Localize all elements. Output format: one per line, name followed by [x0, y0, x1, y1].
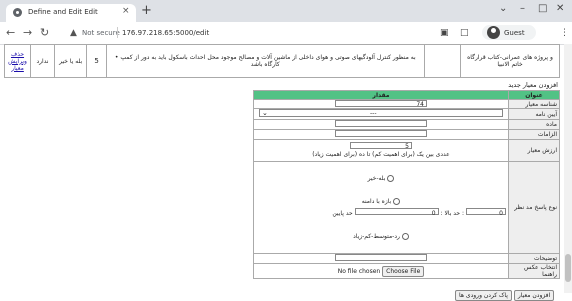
description-cell: • به منظور کنترل آلودگیهای صوتی و هوای د…: [106, 44, 425, 78]
criterion-id-input[interactable]: 74: [335, 100, 427, 108]
maximize-icon[interactable]: □: [538, 3, 547, 14]
radio-levels[interactable]: [401, 233, 409, 240]
explanations-label: توضیحات: [508, 253, 560, 264]
globe-icon: [13, 8, 22, 17]
none-cell: ندارد: [30, 44, 55, 78]
actions-cell: حذف ویرایش معیار: [3, 44, 32, 78]
radio-yes-no[interactable]: [387, 175, 395, 182]
guide-image-label: انتخاب عکس راهنما: [508, 263, 560, 279]
spacer-cell: [424, 44, 462, 78]
sidebar-icon[interactable]: ▣: [440, 28, 449, 38]
criteria-table: حذف ویرایش معیار ندارد بله یا خیر 5 • به…: [3, 44, 560, 78]
radio-range[interactable]: [393, 198, 401, 205]
option-yes-no[interactable]: بله-خیر: [256, 174, 506, 183]
explanations-input[interactable]: [335, 254, 427, 261]
chevron-down-icon: ⌄: [262, 109, 268, 117]
menu-icon[interactable]: ⋮: [560, 28, 569, 38]
clear-inputs-button[interactable]: پاک کردن ورودی ها: [455, 290, 512, 301]
table-row: حذف ویرایش معیار ندارد بله یا خیر 5 • به…: [3, 44, 560, 78]
regulation-label: آیین نامه: [508, 108, 560, 120]
tab-layout-icon[interactable]: □: [460, 28, 469, 38]
title-column-header: عنوان: [508, 90, 560, 100]
form-actions: پاک کردن ورودی ها افزودن معیار: [455, 290, 555, 301]
tab-title: Define and Edit Edit: [28, 8, 98, 16]
browser-tab[interactable]: Define and Edit Edit ×: [6, 4, 136, 22]
criterion-id-label: شناسه معیار: [508, 99, 560, 109]
guest-label: Guest: [504, 29, 525, 37]
yes-no-cell: بله یا خیر: [53, 44, 88, 78]
reload-icon[interactable]: ↻: [40, 26, 49, 39]
tab-close-icon[interactable]: ×: [122, 6, 130, 16]
url-field[interactable]: 176.97.218.65:5000/edit: [122, 29, 209, 37]
add-criterion-caption: افزودن معیار جدید: [508, 81, 558, 89]
scrollbar[interactable]: [564, 44, 572, 293]
regulation-select[interactable]: ⌄ ---: [259, 109, 503, 117]
value-column-header: مقدار: [253, 90, 509, 100]
avatar: [487, 26, 500, 39]
article-label: ماده: [508, 119, 560, 130]
address-bar: ← → ↻ ▲ Not secure 176.97.218.65:5000/ed…: [0, 22, 572, 45]
requirements-label: الزامات: [508, 129, 560, 140]
regulation-value: ---: [370, 110, 377, 117]
warning-icon[interactable]: ▲: [70, 28, 77, 38]
url-divider: [117, 27, 118, 38]
upper-limit-input[interactable]: 0: [354, 208, 439, 217]
weight-hint: عددی بین یک (برای اهمیت کم) تا ده (برای …: [312, 151, 450, 158]
weight-label: ارزش معیار: [508, 139, 560, 162]
choose-file-button[interactable]: Choose File: [382, 265, 425, 277]
weight-input[interactable]: 5: [350, 142, 412, 150]
page-content: حذف ویرایش معیار ندارد بله یا خیر 5 • به…: [0, 44, 572, 301]
lower-limit-input[interactable]: 0: [466, 208, 506, 217]
title-cell: و پروژه های عمرانی-کتاب قرارگاه خاتم الا…: [460, 44, 560, 78]
back-icon[interactable]: ←: [6, 26, 15, 39]
add-criterion-button[interactable]: افزودن معیار: [513, 290, 555, 301]
edit-form-table: مقدار عنوان 74 شناسه معیار ⌄ --- آیین نا…: [253, 90, 560, 279]
requirements-input[interactable]: [335, 130, 427, 137]
option-levels[interactable]: رد-متوسط-کم-زیاد: [256, 232, 506, 241]
browser-tab-bar: Define and Edit Edit × + ⌄ – □ ✕: [0, 0, 572, 22]
response-type-label: نوع پاسخ مد نظر: [508, 161, 560, 254]
article-input[interactable]: [335, 120, 427, 127]
close-window-icon[interactable]: ✕: [556, 3, 564, 14]
tab-search-icon[interactable]: ⌄: [499, 3, 507, 14]
minimize-icon[interactable]: –: [520, 3, 525, 14]
upper-limit-label: حد بالا :: [440, 210, 461, 217]
delete-link[interactable]: حذف: [7, 51, 28, 58]
new-tab-icon[interactable]: +: [141, 3, 152, 18]
weight-cell: 5: [86, 44, 108, 78]
edit-link[interactable]: ویرایش معیار: [7, 58, 28, 72]
option-range[interactable]: بازه با دامنه: [256, 197, 506, 206]
forward-icon[interactable]: →: [23, 26, 32, 39]
not-secure-label[interactable]: Not secure: [82, 29, 120, 37]
scrollbar-thumb[interactable]: [565, 254, 571, 282]
no-file-text: No file chosen: [337, 267, 381, 275]
